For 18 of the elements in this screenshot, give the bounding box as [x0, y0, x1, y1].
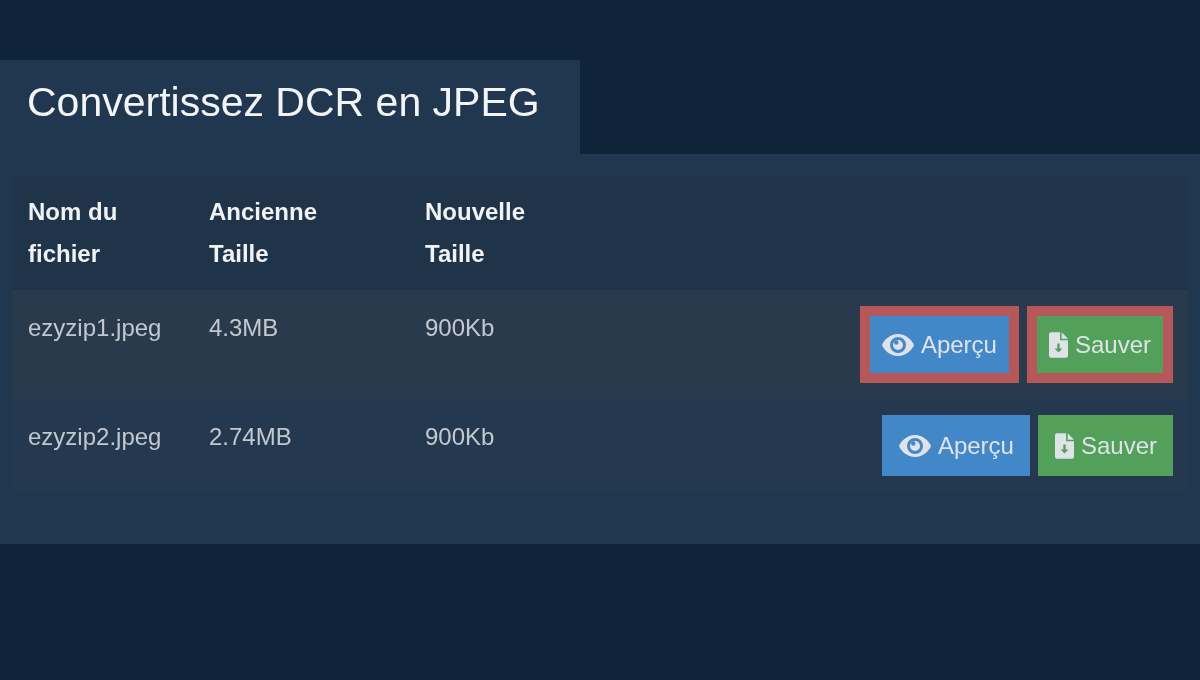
file-download-icon	[1048, 331, 1068, 358]
table-cell: 900Kb	[409, 399, 609, 492]
table-cell: ezyzip2.jpeg	[12, 399, 193, 492]
table-cell: 2.74MB	[193, 399, 409, 492]
column-header: Nouvelle Taille	[409, 177, 609, 290]
preview-button[interactable]: Aperçu	[881, 415, 1030, 476]
column-header: Ancienne Taille	[193, 177, 409, 290]
page-title: Convertissez DCR en JPEG	[27, 78, 540, 127]
column-header: Nom du fichier	[12, 177, 193, 290]
table-cell: 4.3MB	[193, 290, 409, 399]
save-button[interactable]: Sauver	[1026, 306, 1173, 383]
file-download-icon	[1054, 432, 1074, 459]
eye-icon	[881, 333, 914, 356]
save-button[interactable]: Sauver	[1037, 415, 1173, 476]
table-cell: 900Kb	[409, 290, 609, 399]
eye-icon	[898, 434, 931, 457]
preview-button[interactable]: Aperçu	[859, 306, 1019, 383]
table-cell: ezyzip1.jpeg	[12, 290, 193, 399]
